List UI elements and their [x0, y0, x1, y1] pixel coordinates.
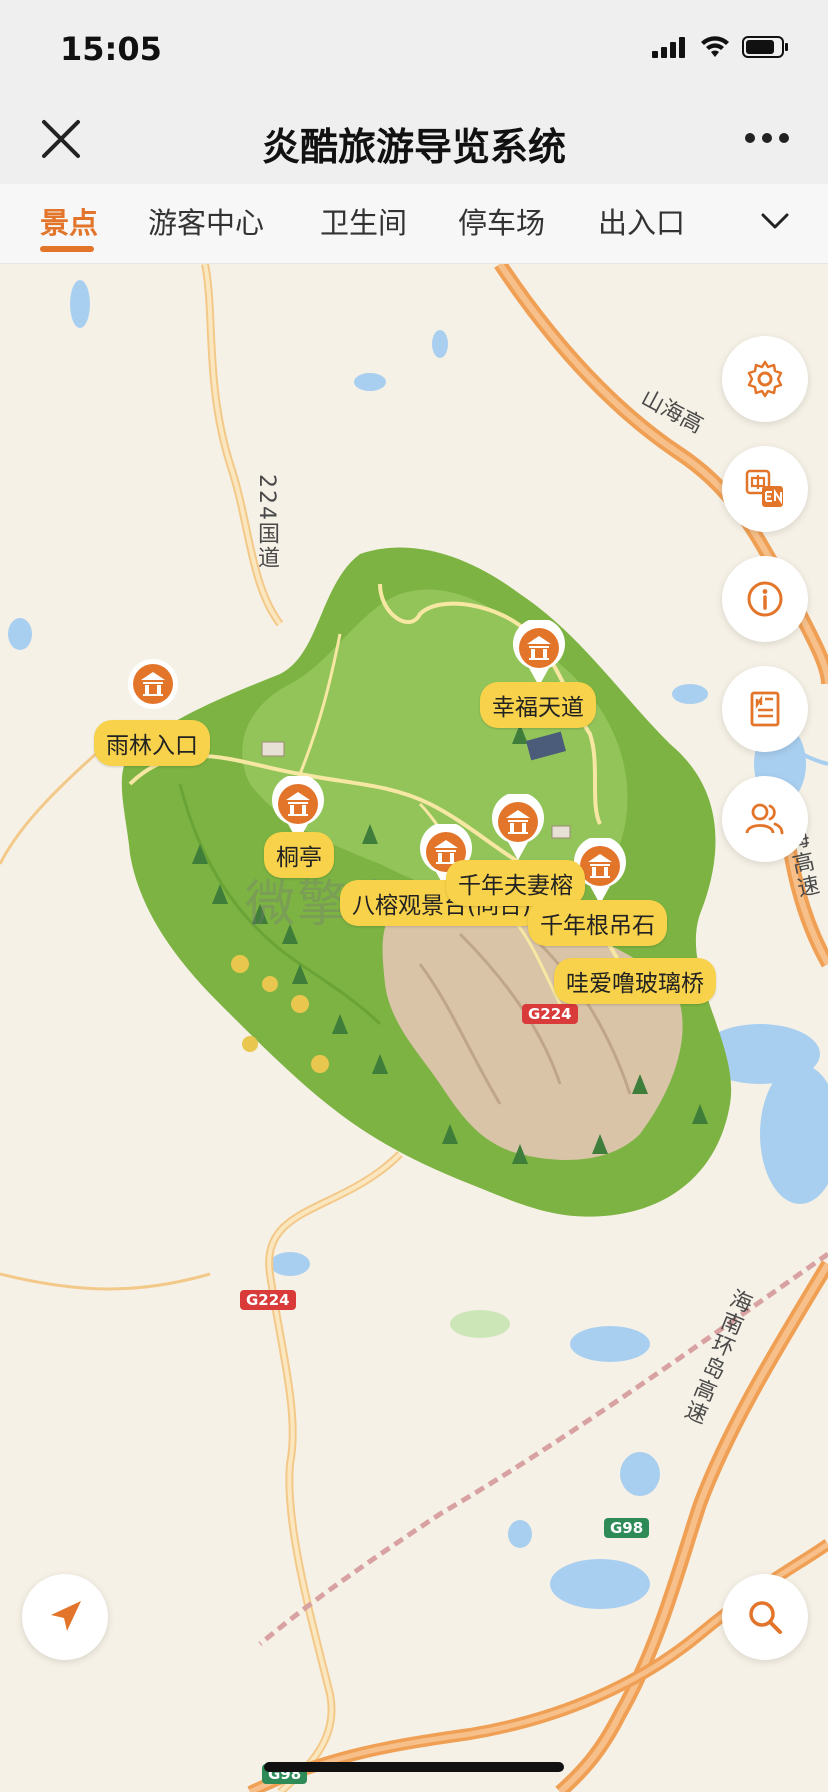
settings-icon [747, 360, 783, 398]
active-tab-underline [40, 246, 94, 252]
locate-button[interactable] [22, 1574, 108, 1660]
more-icon[interactable] [744, 130, 790, 146]
tab-visitor-center[interactable]: 游客中心 [148, 200, 264, 242]
status-bar: 15:05 [0, 0, 828, 96]
page-title: 炎酷旅游导览系统 [261, 125, 566, 169]
tab-parking[interactable]: 停车场 [458, 200, 545, 242]
road-shield-g224: G224 [522, 1004, 578, 1024]
search-icon [749, 1601, 782, 1634]
poi-pin-icon[interactable] [125, 656, 181, 724]
nav-bar: 炎酷旅游导览系统 [0, 96, 828, 184]
info-button[interactable] [722, 556, 808, 642]
tab-attractions[interactable]: 景点 [40, 200, 98, 242]
home-indicator [264, 1762, 564, 1772]
national-road-label: 224国道 [254, 474, 279, 570]
status-icons [652, 36, 790, 58]
group-button[interactable] [722, 776, 808, 862]
search-button[interactable] [722, 1574, 808, 1660]
poi-label[interactable]: 千年根吊石 [528, 900, 667, 946]
signal-icon [652, 37, 685, 58]
poi-pin-icon[interactable] [511, 620, 567, 688]
poi-label[interactable]: 幸福天道 [480, 682, 596, 728]
locate-icon [51, 1601, 81, 1631]
road-shield-g98: G98 [604, 1518, 650, 1538]
wifi-icon [701, 36, 729, 57]
poi-label[interactable]: 哇爱噜玻璃桥 [554, 958, 716, 1004]
group-icon [745, 803, 784, 835]
map-view[interactable]: 224国道 山海高 山海高速 海南环岛高速 G224 G224 G98 G98 … [0, 264, 828, 1792]
poi-label[interactable]: 雨林入口 [94, 720, 210, 766]
status-time: 15:05 [60, 30, 162, 68]
notes-icon [750, 691, 780, 727]
map-base [0, 264, 828, 1792]
category-tabs: 景点 游客中心 卫生间 停车场 出入口 [0, 184, 828, 264]
tab-restroom[interactable]: 卫生间 [320, 200, 407, 242]
poi-label[interactable]: 桐亭 [264, 832, 334, 878]
settings-button[interactable] [722, 336, 808, 422]
notes-button[interactable] [722, 666, 808, 752]
language-icon [745, 469, 783, 507]
tab-entrance[interactable]: 出入口 [598, 200, 685, 242]
battery-icon [742, 36, 788, 58]
poi-pin-icon[interactable] [490, 794, 546, 862]
road-shield-g224: G224 [240, 1290, 296, 1310]
chevron-down-icon[interactable] [760, 206, 790, 236]
language-button[interactable] [722, 446, 808, 532]
info-icon [747, 581, 783, 617]
